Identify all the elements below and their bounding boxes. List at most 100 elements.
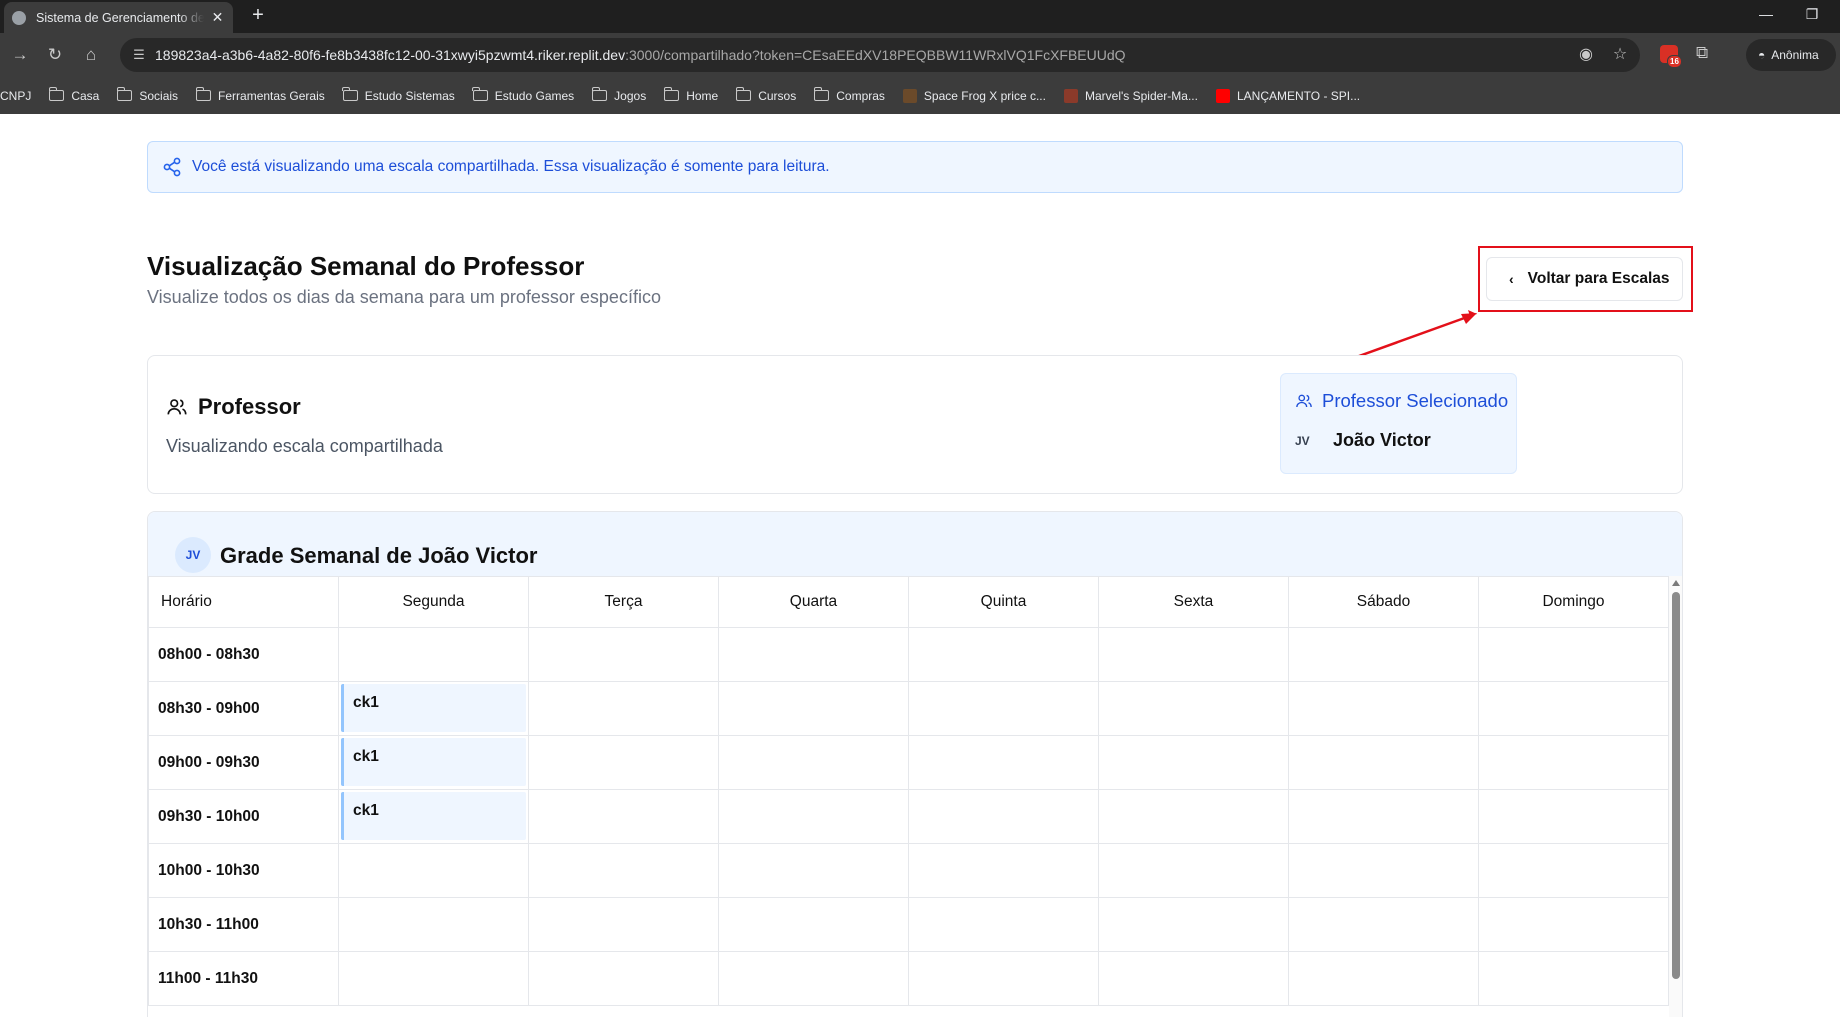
shared-view-banner: Você está visualizando uma escala compar… (147, 141, 1683, 193)
bookmark-label: Sociais (139, 88, 179, 103)
bookmark-item[interactable]: Marvel's Spider-Ma... (1063, 88, 1198, 103)
page-subtitle: Visualize todos os dias da semana para u… (147, 287, 661, 307)
bookmark-item[interactable]: Space Frog X price c... (902, 88, 1046, 103)
page-content: Você está visualizando uma escala compar… (0, 114, 1840, 1017)
bookmark-item[interactable]: Compras (813, 87, 885, 103)
close-tab-icon[interactable]: ✕ (210, 9, 225, 26)
bookmark-item[interactable]: Cursos (735, 87, 797, 103)
schedule-entry: ck1 (341, 684, 526, 732)
table-row: 10h00 - 10h30 (148, 843, 1669, 898)
column-header-day: Terça (528, 576, 719, 628)
folder-icon (591, 87, 608, 101)
tracking-eye-icon[interactable]: ◉ (1576, 45, 1596, 65)
schedule-cell (718, 789, 909, 844)
schedule-cell: ck1 (338, 735, 529, 790)
schedule-cell (908, 951, 1099, 1006)
profile-button[interactable]: ◓ Anônima (1746, 39, 1836, 71)
schedule-cell (718, 681, 909, 736)
bookmark-label: LANÇAMENTO - SPI... (1236, 88, 1361, 103)
weekly-schedule-table: Horário Segunda Terça Quarta Quinta Sexta Sába… (148, 576, 1669, 1006)
bookmark-item[interactable]: Jogos (591, 87, 646, 103)
spiderman-favicon (1063, 88, 1078, 103)
bookmark-item[interactable]: Estudo Sistemas (342, 87, 455, 103)
bookmark-label: Home (686, 88, 719, 103)
schedule-entry: ck1 (341, 738, 526, 786)
table-header-row: Horário Segunda Terça Quarta Quinta Sexta Sába… (148, 576, 1669, 628)
globe-icon (12, 10, 26, 25)
frog-favicon (902, 88, 917, 103)
folder-icon (813, 87, 830, 101)
schedule-cell (1478, 627, 1669, 682)
weekly-grid-title: Grade Semanal de João Victor (220, 543, 538, 568)
time-slot-label: 10h00 - 10h30 (148, 843, 339, 898)
bookmark-item[interactable]: CNPJ (0, 89, 31, 103)
schedule-cell (1098, 681, 1289, 736)
schedule-cell (718, 897, 909, 952)
schedule-cell (718, 735, 909, 790)
bookmark-item[interactable]: Casa (48, 87, 100, 103)
folder-icon (195, 87, 212, 101)
folder-icon (735, 87, 752, 101)
schedule-cell (1098, 897, 1289, 952)
bookmark-label: Marvel's Spider-Ma... (1084, 88, 1198, 103)
schedule-cell (908, 627, 1099, 682)
extensions-puzzle-icon[interactable]: ⧉ (1696, 43, 1708, 63)
folder-icon (116, 87, 133, 101)
schedule-cell (1288, 627, 1479, 682)
schedule-cell (1288, 789, 1479, 844)
schedule-cell (1288, 897, 1479, 952)
site-settings-icon[interactable]: ☰ (130, 46, 148, 64)
schedule-cell (528, 897, 719, 952)
url-text[interactable]: 189823a4-a3b6-4a82-80f6-fe8b3438fc12-00-… (155, 47, 1126, 63)
url-path: :3000/compartilhado?token=CEsaEEdXV18PEQ… (625, 47, 1126, 63)
bookmark-star-icon[interactable]: ☆ (1610, 45, 1630, 65)
schedule-cell (1478, 951, 1669, 1006)
schedule-cell (1098, 627, 1289, 682)
schedule-cell (1098, 735, 1289, 790)
new-tab-button[interactable]: + (246, 4, 270, 27)
address-bar[interactable]: ☰ 189823a4-a3b6-4a82-80f6-fe8b3438fc12-0… (120, 38, 1640, 72)
restore-icon[interactable]: ❐ (1802, 6, 1822, 23)
table-row: 09h30 - 10h00 ck1 (148, 789, 1669, 844)
bookmarks-bar: CNPJ Casa Sociais Ferramentas Gerais Estudo … (0, 77, 1840, 114)
users-icon (1296, 394, 1312, 408)
forward-icon[interactable]: → (8, 43, 32, 67)
time-slot-label: 11h00 - 11h30 (148, 951, 339, 1006)
schedule-cell (528, 951, 719, 1006)
schedule-cell (908, 897, 1099, 952)
bookmark-item[interactable]: Sociais (116, 87, 179, 103)
home-icon[interactable]: ⌂ (79, 43, 103, 67)
bookmark-label: Casa (71, 88, 100, 103)
scroll-up-arrow-icon[interactable] (1672, 580, 1680, 586)
bookmark-item[interactable]: LANÇAMENTO - SPI... (1215, 88, 1361, 103)
tab-strip: Sistema de Gerenciamento de Escalas ✕ + … (0, 0, 1840, 33)
bookmark-label: Space Frog X price c... (923, 88, 1046, 103)
folder-icon (663, 87, 680, 101)
minimize-icon[interactable]: — (1756, 6, 1776, 22)
browser-tab[interactable]: Sistema de Gerenciamento de Escalas ✕ (4, 2, 233, 33)
schedule-cell (1098, 789, 1289, 844)
bookmark-label: Estudo Sistemas (364, 88, 455, 103)
schedule-cell (908, 681, 1099, 736)
scrollbar-thumb[interactable] (1672, 592, 1680, 979)
url-host: 189823a4-a3b6-4a82-80f6-fe8b3438fc12-00-… (155, 47, 626, 63)
banner-text: Você está visualizando uma escala compar… (192, 158, 830, 175)
bookmark-item[interactable]: Ferramentas Gerais (195, 87, 325, 103)
weekly-grid-card: JV Grade Semanal de João Victor Horário S… (147, 511, 1683, 1017)
column-header-day: Sábado (1288, 576, 1479, 628)
reload-icon[interactable]: ↻ (43, 43, 67, 67)
selected-professor-title: Professor Selecionado (1295, 390, 1508, 412)
folder-icon (342, 87, 358, 101)
schedule-cell (338, 627, 529, 682)
bookmark-label: Cursos (758, 88, 797, 103)
table-row: 08h30 - 09h00 ck1 (148, 681, 1669, 736)
schedule-cell (908, 789, 1099, 844)
bookmark-item[interactable]: Estudo Games (472, 87, 574, 103)
schedule-cell (528, 735, 719, 790)
schedule-cell (718, 951, 909, 1006)
column-header-day: Sexta (1098, 576, 1289, 628)
schedule-cell (528, 789, 719, 844)
schedule-cell (1288, 843, 1479, 898)
bookmark-item[interactable]: Home (663, 87, 719, 103)
vertical-scrollbar[interactable] (1669, 576, 1682, 1017)
